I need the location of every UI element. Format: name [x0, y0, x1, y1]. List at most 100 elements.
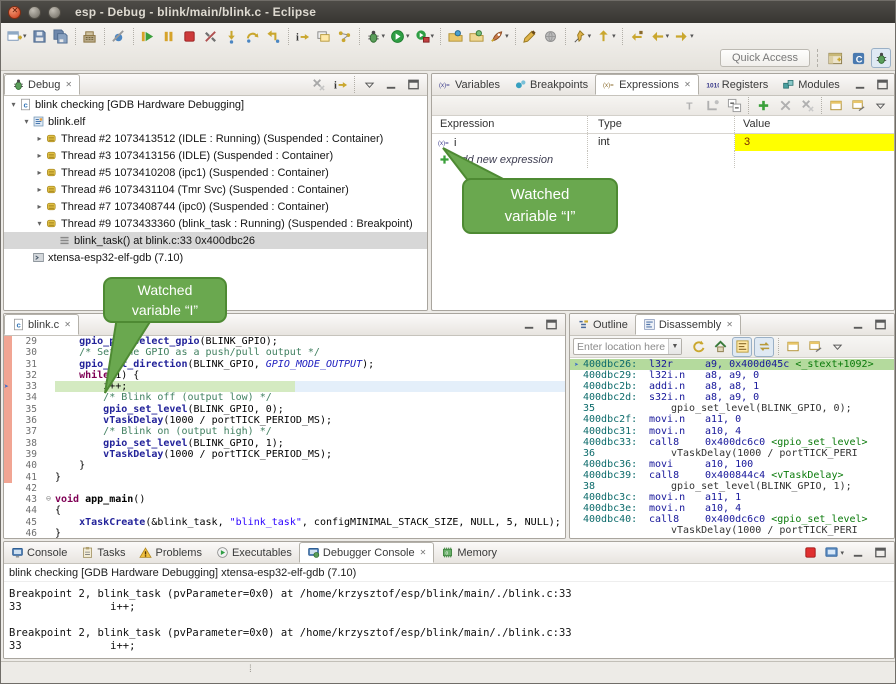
title-bar[interactable]: esp - Debug - blink/main/blink.c - Eclip… — [1, 1, 895, 23]
debug-button[interactable]: ▾ — [364, 26, 388, 46]
tab-expressions[interactable]: (x)=Expressions✕ — [595, 74, 699, 95]
tab-breakpoints[interactable]: Breakpoints — [507, 74, 595, 95]
suspend-button[interactable] — [159, 26, 179, 46]
maximize-button[interactable] — [873, 75, 893, 95]
close-icon[interactable]: ✕ — [726, 320, 733, 329]
last-edit-location-button[interactable] — [627, 26, 647, 46]
step-return-button[interactable] — [264, 26, 284, 46]
save-all-button[interactable] — [51, 26, 71, 46]
step-over-button[interactable] — [243, 26, 263, 46]
minimize-button[interactable] — [381, 75, 401, 95]
close-icon[interactable]: ✕ — [684, 80, 691, 89]
disconnect-button[interactable] — [201, 26, 221, 46]
back-button[interactable]: ▾ — [648, 26, 672, 46]
close-icon[interactable]: ✕ — [65, 80, 72, 89]
new-view-button[interactable] — [783, 337, 803, 357]
dropdown-arrow-icon[interactable]: ▾ — [840, 549, 844, 557]
tab-modules[interactable]: Modules — [775, 74, 847, 95]
code-text[interactable]: } — [55, 472, 565, 483]
code-text[interactable]: xTaskCreate(&blink_task, "blink_task", c… — [55, 517, 565, 528]
debugger-console-body[interactable]: blink checking [GDB Hardware Debugging] … — [4, 564, 894, 658]
dropdown-arrow-icon[interactable]: ▾ — [382, 32, 386, 40]
window-minimize-button[interactable] — [28, 6, 41, 19]
save-button[interactable] — [30, 26, 50, 46]
column-divider[interactable] — [587, 116, 588, 133]
code-text[interactable]: vTaskDelay(1000 / portTICK_PERIOD_MS); — [55, 449, 565, 460]
tree-item[interactable]: ▾cblink checking [GDB Hardware Debugging… — [4, 96, 427, 113]
terminate-button[interactable] — [180, 26, 200, 46]
location-combo[interactable]: ▼ — [573, 338, 682, 355]
code-text[interactable]: { — [55, 505, 565, 516]
dropdown-arrow-icon[interactable]: ▾ — [23, 32, 27, 40]
tab-problems[interactable]: Problems — [132, 542, 208, 563]
tab-disassembly[interactable]: Disassembly✕ — [635, 314, 741, 335]
dropdown-arrow-icon[interactable]: ▾ — [431, 32, 435, 40]
tab-blink-c[interactable]: cblink.c✕ — [4, 314, 79, 335]
code-text[interactable]: } — [55, 460, 565, 471]
maximize-button[interactable] — [403, 75, 423, 95]
tree-item[interactable]: ▸Thread #7 1073408744 (ipc0) (Suspended … — [4, 198, 427, 215]
show-logical-structure-button[interactable] — [702, 96, 722, 116]
add-expression-button[interactable] — [753, 96, 773, 116]
expander-open-icon[interactable]: ▾ — [21, 117, 32, 126]
code-text[interactable]: gpio_set_level(BLINK_GPIO, 0); — [55, 404, 565, 415]
expander-open-icon[interactable]: ▾ — [8, 100, 19, 109]
link-view-button[interactable] — [848, 96, 868, 116]
column-header-expression[interactable]: Expression — [440, 118, 494, 130]
remove-all-terminated-button[interactable] — [308, 75, 328, 95]
tree-item[interactable]: xtensa-esp32-elf-gdb (7.10) — [4, 249, 427, 266]
tree-item[interactable]: ▾blink.elf — [4, 113, 427, 130]
close-icon[interactable]: ✕ — [64, 320, 71, 329]
skip-all-breakpoints-button[interactable] — [109, 26, 129, 46]
goto-home-button[interactable] — [710, 337, 730, 357]
tree-item[interactable]: ▸Thread #2 1073413512 (IDLE : Running) (… — [4, 130, 427, 147]
instruction-pointer-icon[interactable]: ➤ — [4, 381, 17, 392]
instruction-stepping-button[interactable]: i — [293, 26, 313, 46]
new-wizard-button[interactable]: ▾ — [5, 26, 29, 46]
maximize-button[interactable] — [541, 315, 561, 335]
run-button[interactable]: ▾ — [388, 26, 412, 46]
code-text[interactable]: } — [55, 528, 565, 538]
cpp-perspective-button[interactable]: C — [848, 48, 868, 68]
show-source-button[interactable] — [732, 337, 752, 357]
expander-closed-icon[interactable]: ▸ — [34, 202, 45, 211]
view-menu-button[interactable] — [827, 337, 847, 357]
fold-marker-icon[interactable]: ⊖ — [42, 494, 55, 505]
refresh-button[interactable] — [688, 337, 708, 357]
column-header-type[interactable]: Type — [598, 118, 622, 130]
tree-item[interactable]: blink_task() at blink.c:33 0x400dbc26 — [4, 232, 427, 249]
dropdown-arrow-icon[interactable]: ▾ — [588, 32, 592, 40]
tree-item[interactable]: ▾Thread #9 1073433360 (blink_task : Runn… — [4, 215, 427, 232]
tab-variables[interactable]: (x)=Variables — [432, 74, 507, 95]
code-text[interactable]: void app_main() — [55, 494, 565, 505]
location-input[interactable] — [574, 341, 668, 353]
open-element-button[interactable] — [445, 26, 465, 46]
chevron-down-icon[interactable]: ▼ — [668, 339, 681, 354]
tree-item[interactable]: ▸Thread #6 1073431104 (Tmr Svc) (Suspend… — [4, 181, 427, 198]
terminate-red-button[interactable] — [800, 543, 820, 563]
view-menu-button[interactable] — [359, 75, 379, 95]
minimize-button[interactable] — [848, 315, 868, 335]
code-editor[interactable]: 29 gpio_pad_select_gpio(BLINK_GPIO);30 /… — [4, 336, 565, 538]
minimize-button[interactable] — [851, 75, 871, 95]
step-into-button[interactable] — [222, 26, 242, 46]
link-view-button[interactable] — [805, 337, 825, 357]
close-icon[interactable]: ✕ — [420, 548, 427, 557]
globe-orb-button[interactable] — [541, 26, 561, 46]
dropdown-arrow-icon[interactable]: ▾ — [690, 32, 694, 40]
column-divider[interactable] — [734, 116, 735, 133]
sash-handle-icon[interactable]: ⁞ — [249, 664, 253, 675]
view-menu-button[interactable] — [870, 96, 890, 116]
pin-editor-button[interactable]: ▾ — [570, 26, 594, 46]
tab-memory[interactable]: 0Memory — [434, 542, 504, 563]
maximize-button[interactable] — [870, 543, 890, 563]
column-header-value[interactable]: Value — [743, 118, 770, 130]
trace-control-button[interactable] — [335, 26, 355, 46]
disassembly-listing[interactable]: ➤400dbc26:l32ra9, 0x400d045c <_stext+109… — [570, 359, 894, 538]
tree-item[interactable]: ▸Thread #5 1073410208 (ipc1) (Suspended … — [4, 164, 427, 181]
sync-selection-button[interactable] — [754, 337, 774, 357]
show-debug-sources-button[interactable] — [314, 26, 334, 46]
dropdown-arrow-icon[interactable]: ▾ — [612, 32, 616, 40]
tab-debugger-console[interactable]: Debugger Console✕ — [299, 542, 434, 563]
expander-closed-icon[interactable]: ▸ — [34, 168, 45, 177]
